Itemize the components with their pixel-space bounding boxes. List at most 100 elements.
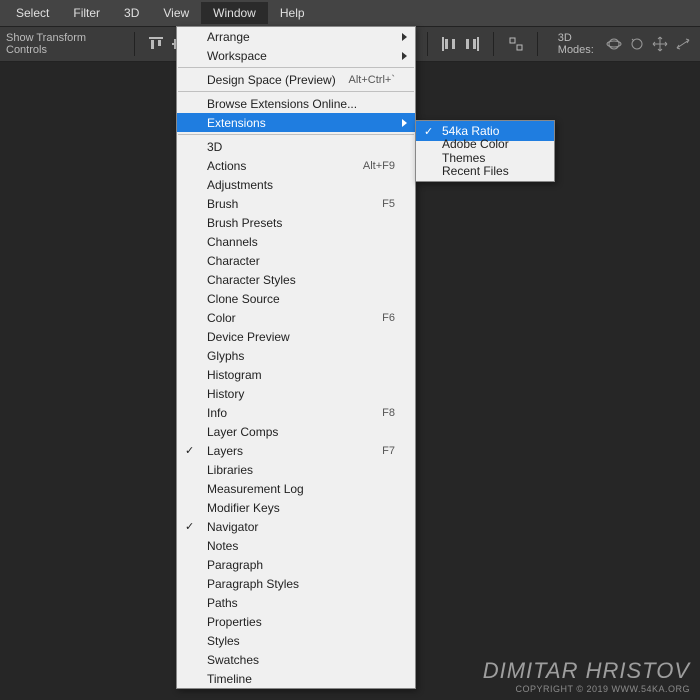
- distribute-left-icon[interactable]: [440, 33, 459, 55]
- menu-item-design-space-preview[interactable]: Design Space (Preview)Alt+Ctrl+`: [177, 70, 415, 89]
- 3d-pan-icon[interactable]: [651, 33, 670, 55]
- show-transform-controls-label[interactable]: Show Transform Controls: [6, 32, 112, 56]
- menu-item-label: Workspace: [207, 49, 395, 63]
- menu-item-properties[interactable]: Properties: [177, 612, 415, 631]
- 3d-roll-icon[interactable]: [628, 33, 647, 55]
- 3d-modes-label: 3D Modes:: [558, 32, 603, 56]
- menu-item-device-preview[interactable]: Device Preview: [177, 327, 415, 346]
- divider: [537, 32, 538, 56]
- menu-item-label: Paragraph: [207, 558, 395, 572]
- menu-item-label: Actions: [207, 159, 363, 173]
- menu-item-shortcut: F7: [382, 445, 395, 457]
- menu-separator: [178, 91, 414, 92]
- menu-item-label: Brush Presets: [207, 216, 395, 230]
- menu-item-label: Character Styles: [207, 273, 395, 287]
- menu-item-label: Clone Source: [207, 292, 395, 306]
- watermark: Dimitar Hristov Copyright © 2019 www.54k…: [483, 658, 690, 694]
- menu-item-timeline[interactable]: Timeline: [177, 669, 415, 688]
- divider: [134, 32, 135, 56]
- menu-item-paths[interactable]: Paths: [177, 593, 415, 612]
- menu-item-label: Color: [207, 311, 382, 325]
- menu-select[interactable]: Select: [4, 2, 61, 24]
- menu-item-label: Channels: [207, 235, 395, 249]
- menu-item-info[interactable]: InfoF8: [177, 403, 415, 422]
- menu-separator: [178, 134, 414, 135]
- menu-item-brush-presets[interactable]: Brush Presets: [177, 213, 415, 232]
- menu-item-adjustments[interactable]: Adjustments: [177, 175, 415, 194]
- menubar: Select Filter 3D View Window Help: [0, 0, 700, 26]
- align-top-icon[interactable]: [147, 33, 166, 55]
- menu-item-arrange[interactable]: Arrange: [177, 27, 415, 46]
- menu-item-label: Swatches: [207, 653, 395, 667]
- menu-item-browse-extensions-online[interactable]: Browse Extensions Online...: [177, 94, 415, 113]
- menu-item-label: 3D: [207, 140, 395, 154]
- menu-item-history[interactable]: History: [177, 384, 415, 403]
- menu-item-label: Notes: [207, 539, 395, 553]
- menu-window[interactable]: Window: [201, 2, 268, 24]
- menu-item-label: Modifier Keys: [207, 501, 395, 515]
- menu-item-measurement-log[interactable]: Measurement Log: [177, 479, 415, 498]
- menu-item-swatches[interactable]: Swatches: [177, 650, 415, 669]
- menu-item-paragraph[interactable]: Paragraph: [177, 555, 415, 574]
- menu-item-color[interactable]: ColorF6: [177, 308, 415, 327]
- menu-item-label: Layers: [207, 444, 382, 458]
- menu-item-label: Paths: [207, 596, 395, 610]
- menu-item-label: Measurement Log: [207, 482, 395, 496]
- menu-item-shortcut: F5: [382, 198, 395, 210]
- menu-item-actions[interactable]: ActionsAlt+F9: [177, 156, 415, 175]
- menu-view[interactable]: View: [151, 2, 201, 24]
- menu-item-label: Properties: [207, 615, 395, 629]
- menu-item-label: Libraries: [207, 463, 395, 477]
- menu-item-character-styles[interactable]: Character Styles: [177, 270, 415, 289]
- checkmark-icon: ✓: [424, 125, 433, 138]
- menu-item-libraries[interactable]: Libraries: [177, 460, 415, 479]
- checkmark-icon: ✓: [185, 520, 194, 533]
- menu-item-label: Glyphs: [207, 349, 395, 363]
- menu-item-label: Device Preview: [207, 330, 395, 344]
- menu-item-shortcut: Alt+Ctrl+`: [349, 74, 395, 86]
- divider: [493, 32, 494, 56]
- menu-item-label: History: [207, 387, 395, 401]
- menu-item-histogram[interactable]: Histogram: [177, 365, 415, 384]
- menu-item-label: Extensions: [207, 116, 395, 130]
- menu-item-channels[interactable]: Channels: [177, 232, 415, 251]
- extensions-submenu: ✓54ka RatioAdobe Color ThemesRecent File…: [415, 120, 555, 182]
- menu-item-layer-comps[interactable]: Layer Comps: [177, 422, 415, 441]
- window-dropdown: Arrange Workspace Design Space (Preview)Al…: [176, 26, 416, 689]
- menu-item-label: Character: [207, 254, 395, 268]
- menu-item-brush[interactable]: BrushF5: [177, 194, 415, 213]
- watermark-author: Dimitar Hristov: [483, 658, 690, 684]
- menu-item-extensions[interactable]: Extensions: [177, 113, 415, 132]
- 3d-slide-icon[interactable]: [673, 33, 692, 55]
- menu-item-notes[interactable]: Notes: [177, 536, 415, 555]
- menu-separator: [178, 67, 414, 68]
- menu-item-glyphs[interactable]: Glyphs: [177, 346, 415, 365]
- menu-item-label: Histogram: [207, 368, 395, 382]
- menu-item-character[interactable]: Character: [177, 251, 415, 270]
- menu-item-label: Styles: [207, 634, 395, 648]
- menu-filter[interactable]: Filter: [61, 2, 112, 24]
- menu-item-label: Design Space (Preview): [207, 73, 349, 87]
- menu-item-label: Info: [207, 406, 382, 420]
- 3d-orbit-icon[interactable]: [605, 33, 624, 55]
- menu-item-label: Timeline: [207, 672, 395, 686]
- menu-item-3d[interactable]: 3D: [177, 137, 415, 156]
- menu-help[interactable]: Help: [268, 2, 317, 24]
- menu-item-clone-source[interactable]: Clone Source: [177, 289, 415, 308]
- menu-item-label: Arrange: [207, 30, 395, 44]
- menu-item-label: Navigator: [207, 520, 395, 534]
- submenu-item-recent-files[interactable]: Recent Files: [416, 161, 554, 181]
- menu-item-modifier-keys[interactable]: Modifier Keys: [177, 498, 415, 517]
- watermark-copyright: Copyright © 2019 www.54ka.org: [483, 684, 690, 694]
- checkmark-icon: ✓: [185, 444, 194, 457]
- menu-item-workspace[interactable]: Workspace: [177, 46, 415, 65]
- submenu-item-adobe-color-themes[interactable]: Adobe Color Themes: [416, 141, 554, 161]
- menu-item-paragraph-styles[interactable]: Paragraph Styles: [177, 574, 415, 593]
- menu-item-styles[interactable]: Styles: [177, 631, 415, 650]
- menu-item-layers[interactable]: ✓ LayersF7: [177, 441, 415, 460]
- menu-3d[interactable]: 3D: [112, 2, 151, 24]
- auto-align-icon[interactable]: [506, 33, 525, 55]
- menu-item-label: Brush: [207, 197, 382, 211]
- distribute-right-icon[interactable]: [463, 33, 482, 55]
- menu-item-navigator[interactable]: ✓ Navigator: [177, 517, 415, 536]
